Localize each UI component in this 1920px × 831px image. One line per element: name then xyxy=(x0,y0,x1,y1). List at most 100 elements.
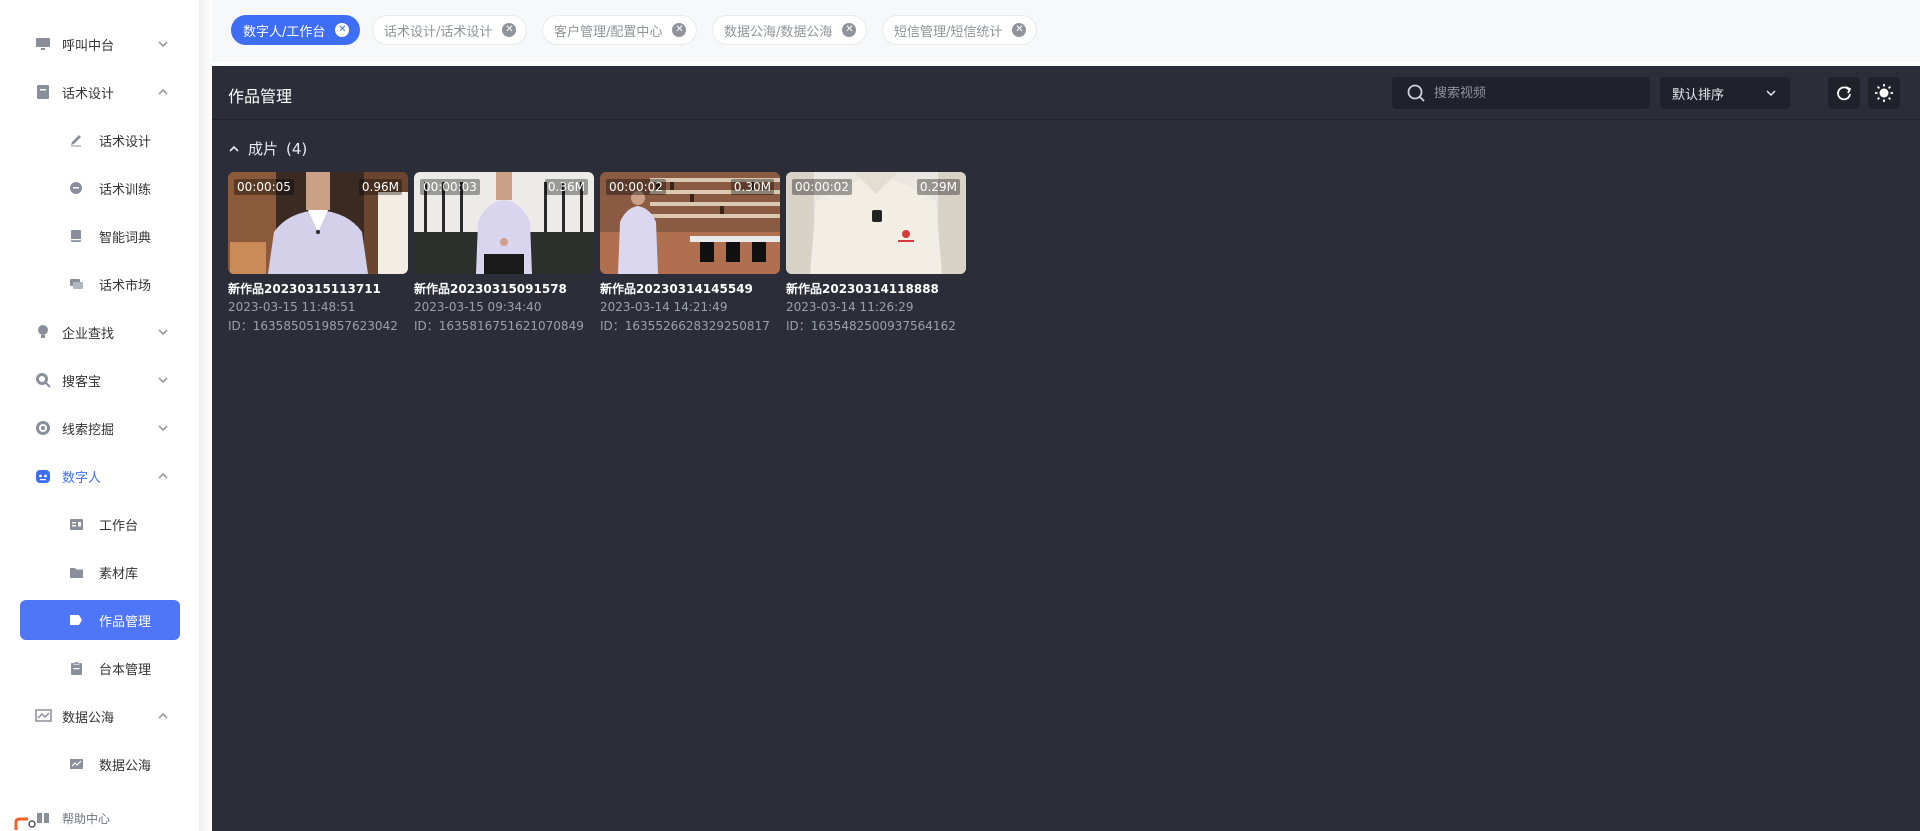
search-input[interactable] xyxy=(1434,85,1634,101)
work-name: 新作品20230315113711 xyxy=(228,282,381,296)
section-count: (4) xyxy=(286,139,308,158)
sidebar-item-label: 工作台 xyxy=(99,518,139,534)
pen-icon xyxy=(67,131,85,149)
close-icon[interactable]: ✕ xyxy=(842,23,857,37)
monitor-icon xyxy=(34,35,52,53)
sidebar-item-material-library[interactable]: 素材库 xyxy=(0,552,200,592)
work-card[interactable]: 00:00:02 0.30M 新作品20230314145549 2023-03… xyxy=(600,172,780,334)
sidebar-item-label: 呼叫中台 xyxy=(62,38,115,54)
tab-script-design[interactable]: 话术设计/话术设计 ✕ xyxy=(372,15,528,45)
sidebar-item-digital-human[interactable]: 数字人 xyxy=(0,456,200,496)
refresh-button[interactable] xyxy=(1828,77,1860,109)
sidebar-item-script-management[interactable]: 台本管理 xyxy=(0,648,200,688)
work-card[interactable]: 00:00:02 0.29M 新作品20230314118888 2023-03… xyxy=(786,172,966,334)
tabs-bar: 数字人/工作台 ✕ 话术设计/话术设计 ✕ 客户管理/配置中心 ✕ 数据公海/数… xyxy=(212,0,1920,62)
video-thumbnail[interactable]: 00:00:05 0.96M xyxy=(228,172,408,274)
video-thumbnail[interactable]: 00:00:02 0.29M xyxy=(786,172,966,274)
sidebar-item-label: 作品管理 xyxy=(99,614,152,630)
file-size-badge: 0.96M xyxy=(358,179,402,195)
video-thumbnail[interactable]: 00:00:02 0.30M xyxy=(600,172,780,274)
sidebar-item-label: 话术设计 xyxy=(99,134,152,150)
sidebar-item-workbench[interactable]: 工作台 xyxy=(0,504,200,544)
chevron-up-icon xyxy=(158,712,168,719)
tab-digital-human-workbench[interactable]: 数字人/工作台 ✕ xyxy=(231,15,361,45)
sidebar-item-label: 数据公海 xyxy=(62,710,115,726)
tab-label: 话术设计/话术设计 xyxy=(384,24,493,40)
bulb-icon xyxy=(34,323,52,341)
panel-header: 作品管理 默认排序 xyxy=(212,66,1920,120)
sidebar-item-lead-mining[interactable]: 线索挖掘 xyxy=(0,408,200,448)
sidebar-item-soukebao[interactable]: 搜客宝 xyxy=(0,360,200,400)
sidebar-item-label: 数据公海 xyxy=(99,758,152,774)
help-grid-icon xyxy=(34,809,52,827)
tab-label: 数字人/工作台 xyxy=(243,24,326,40)
tab-label: 客户管理/配置中心 xyxy=(554,24,663,40)
close-icon[interactable]: ✕ xyxy=(1012,23,1027,37)
sidebar-item-script-market[interactable]: 话术市场 xyxy=(0,264,200,304)
sidebar-shadow xyxy=(200,0,212,831)
work-name: 新作品20230314118888 xyxy=(786,282,939,296)
close-icon[interactable]: ✕ xyxy=(502,23,517,37)
chevron-down-icon xyxy=(1766,90,1776,97)
sidebar-item-script-design-sub[interactable]: 话术设计 xyxy=(0,120,200,160)
work-card[interactable]: 00:00:05 0.96M 新作品20230315113711 2023-03… xyxy=(228,172,408,334)
duration-badge: 00:00:03 xyxy=(420,179,480,195)
sidebar-item-label: 话术训练 xyxy=(99,182,152,198)
sidebar-item-label: 话术市场 xyxy=(99,278,152,294)
work-name: 新作品20230315091578 xyxy=(414,282,567,296)
work-name: 新作品20230314145549 xyxy=(600,282,753,296)
video-tag-icon xyxy=(67,611,85,629)
sidebar-item-call-center[interactable]: 呼叫中台 xyxy=(0,24,200,64)
refresh-icon xyxy=(1837,86,1852,101)
theme-toggle-button[interactable] xyxy=(1868,77,1900,109)
sidebar-item-company-search[interactable]: 企业查找 xyxy=(0,312,200,352)
chevron-down-icon xyxy=(158,425,168,432)
work-card[interactable]: 00:00:03 0.36M 新作品20230315091578 2023-03… xyxy=(414,172,594,334)
search-box[interactable] xyxy=(1392,77,1650,109)
sidebar-item-data-pool-sub[interactable]: 数据公海 xyxy=(0,744,200,784)
sidebar-item-script-design[interactable]: 话术设计 xyxy=(0,72,200,112)
folder-icon xyxy=(67,563,85,581)
sidebar: 呼叫中台 话术设计 话术设计 话术训练 智能词典 话术市场 企业查找 搜客宝 线… xyxy=(0,0,200,831)
video-thumbnail[interactable]: 00:00:03 0.36M xyxy=(414,172,594,274)
sidebar-item-works-management[interactable]: 作品管理 xyxy=(20,600,180,640)
sidebar-item-label: 搜客宝 xyxy=(62,374,102,390)
work-date: 2023-03-15 09:34:40 xyxy=(414,300,542,314)
tab-label: 短信管理/短信统计 xyxy=(894,24,1003,40)
chevron-up-icon xyxy=(158,472,168,479)
tab-data-pool[interactable]: 数据公海/数据公海 ✕ xyxy=(712,15,868,45)
duration-badge: 00:00:02 xyxy=(606,179,666,195)
tab-customer-config[interactable]: 客户管理/配置中心 ✕ xyxy=(542,15,698,45)
sidebar-item-script-training[interactable]: 话术训练 xyxy=(0,168,200,208)
chevron-up-icon xyxy=(158,88,168,95)
close-icon[interactable]: ✕ xyxy=(672,23,687,37)
sidebar-item-label: 话术设计 xyxy=(62,86,115,102)
file-size-badge: 0.30M xyxy=(730,179,774,195)
search-icon xyxy=(1407,84,1425,102)
sort-select[interactable]: 默认排序 xyxy=(1660,77,1790,109)
file-size-badge: 0.36M xyxy=(544,179,588,195)
close-icon[interactable]: ✕ xyxy=(335,23,350,37)
section-label: 成片 xyxy=(248,140,279,158)
work-date: 2023-03-14 14:21:49 xyxy=(600,300,728,314)
chat-bubble-icon xyxy=(67,179,85,197)
chevron-down-icon xyxy=(158,41,168,48)
chevron-down-icon xyxy=(158,377,168,384)
workbench-icon xyxy=(67,515,85,533)
chart-line-icon xyxy=(34,707,52,725)
chevron-up-icon xyxy=(229,145,239,152)
sidebar-item-data-pool[interactable]: 数据公海 xyxy=(0,696,200,736)
robot-icon xyxy=(34,467,52,485)
clipboard-icon xyxy=(67,659,85,677)
chevron-down-icon xyxy=(158,329,168,336)
messages-icon xyxy=(67,275,85,293)
finished-section-toggle[interactable]: 成片 (4) xyxy=(228,138,307,159)
work-date: 2023-03-15 11:48:51 xyxy=(228,300,356,314)
page-title: 作品管理 xyxy=(228,87,293,106)
tab-sms-stats[interactable]: 短信管理/短信统计 ✕ xyxy=(882,15,1038,45)
sidebar-item-smart-dictionary[interactable]: 智能词典 xyxy=(0,216,200,256)
target-icon xyxy=(34,419,52,437)
sidebar-item-label: 线索挖掘 xyxy=(62,422,115,438)
sidebar-item-label: 素材库 xyxy=(99,566,139,582)
works-panel: 作品管理 默认排序 成片 (4) xyxy=(212,66,1920,831)
